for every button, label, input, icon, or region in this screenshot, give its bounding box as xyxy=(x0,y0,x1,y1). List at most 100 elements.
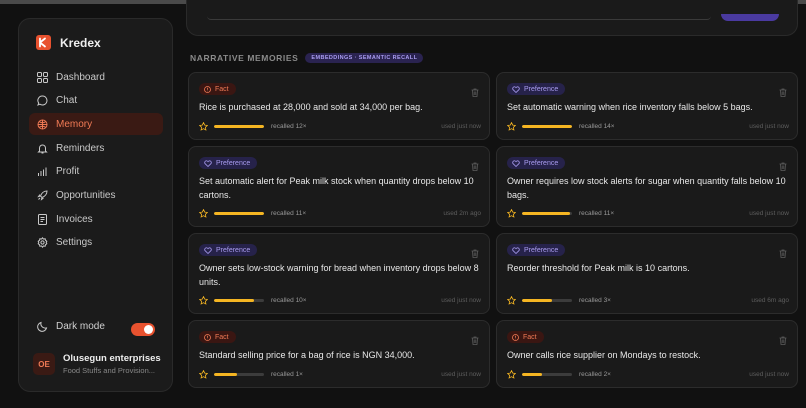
memory-text: Set automatic alert for Peak milk stock … xyxy=(199,176,474,200)
memory-type-label: Fact xyxy=(215,333,229,341)
memory-type-label: Fact xyxy=(523,333,537,341)
star-icon[interactable] xyxy=(199,295,208,305)
query-input[interactable] xyxy=(207,16,711,20)
sidebar-item-chat[interactable]: Chat xyxy=(29,90,163,112)
memory-type-label: Preference xyxy=(524,159,559,167)
recall-strength-fill xyxy=(214,298,254,302)
sidebar-item-profit[interactable]: Profit xyxy=(29,161,163,183)
bell-icon xyxy=(37,144,48,154)
section-tag: EMBEDDINGS · SEMANTIC RECALL xyxy=(305,53,424,63)
memory-card[interactable]: Preference Owner requires low stock alert… xyxy=(496,146,798,227)
recall-count: recalled 11× xyxy=(271,209,307,217)
recall-strength-fill xyxy=(522,211,570,215)
recall-count: recalled 3× xyxy=(579,296,611,304)
sidebar-item-label: Reminders xyxy=(56,142,105,154)
memory-card[interactable]: Fact Standard selling price for a bag of … xyxy=(188,320,490,388)
moon-icon xyxy=(37,321,48,332)
recall-count: recalled 10× xyxy=(271,296,307,304)
star-icon[interactable] xyxy=(199,121,208,131)
rocket-icon xyxy=(37,190,48,201)
memory-card[interactable]: Preference Set automatic alert for Peak m… xyxy=(188,146,490,227)
sidebar-item-dashboard[interactable]: Dashboard xyxy=(29,66,163,88)
sidebar-item-label: Profit xyxy=(56,166,80,178)
memory-card[interactable]: Preference Set automatic warning when ric… xyxy=(496,72,798,140)
memory-meta: recalled 3× used 6m ago xyxy=(507,295,789,305)
sidebar-item-label: Chat xyxy=(56,95,78,107)
sidebar-item-memory[interactable]: Memory xyxy=(29,113,163,136)
memory-type-label: Preference xyxy=(524,85,559,93)
sidebar-item-opportunities[interactable]: Opportunities xyxy=(29,184,163,206)
memory-text: Rice is purchased at 28,000 and sold at … xyxy=(199,102,423,112)
heart-icon xyxy=(512,85,520,93)
star-icon[interactable] xyxy=(507,369,516,379)
trash-icon[interactable] xyxy=(779,84,787,102)
memory-meta: recalled 12× used just now xyxy=(199,121,481,131)
last-used: used just now xyxy=(749,122,789,130)
brand-name: Kredex xyxy=(60,35,101,50)
trash-icon[interactable] xyxy=(779,158,787,176)
recall-strength-bar xyxy=(522,298,572,302)
star-icon[interactable] xyxy=(199,369,208,379)
memory-type-badge: Fact xyxy=(199,331,236,343)
kredex-logo-icon xyxy=(36,35,51,50)
last-used: used just now xyxy=(441,122,481,130)
memory-type-badge: Preference xyxy=(507,157,566,169)
heart-icon xyxy=(204,159,212,167)
sidebar-item-label: Invoices xyxy=(56,213,93,225)
memory-meta: recalled 14× used just now xyxy=(507,121,789,131)
sidebar-nav: Dashboard Chat Memory Reminders Profit O… xyxy=(29,66,163,256)
star-icon[interactable] xyxy=(507,121,516,131)
star-icon[interactable] xyxy=(199,208,208,218)
brand[interactable]: Kredex xyxy=(36,35,101,50)
recall-strength-fill xyxy=(522,124,572,128)
star-icon[interactable] xyxy=(507,295,516,305)
memory-meta: recalled 1× used just now xyxy=(199,369,481,379)
memory-card[interactable]: Preference Owner sets low-stock warning f… xyxy=(188,233,490,314)
dark-mode-toggle[interactable] xyxy=(131,323,155,336)
last-used: used just now xyxy=(441,370,481,378)
query-submit-button[interactable] xyxy=(721,14,779,21)
recall-count: recalled 11× xyxy=(579,209,615,217)
trash-icon[interactable] xyxy=(471,84,479,102)
memory-card[interactable]: Fact Rice is purchased at 28,000 and sold… xyxy=(188,72,490,140)
recall-strength-fill xyxy=(214,372,237,376)
last-used: used 2m ago xyxy=(443,209,481,217)
recall-count: recalled 1× xyxy=(271,370,303,378)
sidebar: Kredex Dashboard Chat Memory Reminders P… xyxy=(18,18,173,392)
memory-type-badge: Fact xyxy=(507,331,544,343)
user-name: Olusegun enterprises xyxy=(63,353,161,364)
last-used: used just now xyxy=(749,209,789,217)
recall-strength-fill xyxy=(522,372,542,376)
sidebar-item-invoices[interactable]: Invoices xyxy=(29,208,163,230)
dark-mode-label: Dark mode xyxy=(56,321,105,332)
alert-circle-icon xyxy=(204,333,211,341)
trash-icon[interactable] xyxy=(471,158,479,176)
query-panel xyxy=(186,0,798,36)
alert-circle-icon xyxy=(512,333,519,341)
memory-type-label: Preference xyxy=(216,159,251,167)
memory-type-label: Preference xyxy=(524,246,559,254)
memory-card[interactable]: Preference Reorder threshold for Peak mil… xyxy=(496,233,798,314)
recall-strength-bar xyxy=(214,298,264,302)
sidebar-item-settings[interactable]: Settings xyxy=(29,232,163,254)
star-icon[interactable] xyxy=(507,208,516,218)
last-used: used just now xyxy=(749,370,789,378)
alert-circle-icon xyxy=(204,85,211,93)
trash-icon[interactable] xyxy=(779,332,787,350)
sidebar-item-label: Memory xyxy=(56,118,93,130)
recall-strength-bar xyxy=(522,372,572,376)
user-profile[interactable]: OE Olusegun enterprises Food Stuffs and … xyxy=(33,353,161,375)
memory-type-label: Preference xyxy=(216,246,251,254)
recall-count: recalled 12× xyxy=(271,122,307,130)
brain-icon xyxy=(37,119,48,130)
memory-text: Set automatic warning when rice inventor… xyxy=(507,102,753,112)
sidebar-item-reminders[interactable]: Reminders xyxy=(29,137,163,159)
trash-icon[interactable] xyxy=(779,245,787,263)
bar-chart-icon xyxy=(38,167,47,177)
grid-icon xyxy=(37,71,48,83)
trash-icon[interactable] xyxy=(471,245,479,263)
user-subtitle: Food Stuffs and Provision... xyxy=(63,366,155,375)
memory-card[interactable]: Fact Owner calls rice supplier on Mondays… xyxy=(496,320,798,388)
recall-strength-fill xyxy=(214,124,264,128)
trash-icon[interactable] xyxy=(471,332,479,350)
